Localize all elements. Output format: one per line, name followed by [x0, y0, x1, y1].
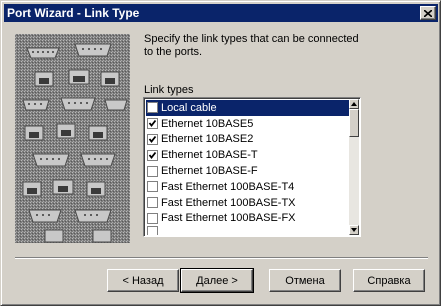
link-types-listbox[interactable]: Local cable Ethernet 10BASE5 Ethernet 10BA…: [143, 97, 361, 237]
link-type-label: Ethernet 10BASE-F: [161, 165, 258, 178]
title-bar[interactable]: Port Wizard - Link Type: [4, 4, 438, 22]
window-title: Port Wizard - Link Type: [7, 6, 140, 20]
arrow-up-icon: [351, 102, 357, 106]
link-type-checkbox[interactable]: [147, 212, 158, 224]
link-type-checkbox[interactable]: [147, 226, 158, 236]
link-type-checkbox[interactable]: [147, 149, 158, 161]
link-type-item[interactable]: Fast Ethernet 100BASE-FX: [146, 211, 351, 227]
wizard-window: Port Wizard - Link Type Specify the link…: [0, 0, 441, 306]
link-type-label: Ethernet 10BASE-T: [161, 149, 258, 162]
instructions-text: Specify the link types that can be conne…: [144, 33, 359, 58]
back-button[interactable]: < Назад: [107, 269, 179, 292]
link-type-item[interactable]: Fast Ethernet 100BASE-TX: [146, 195, 351, 211]
link-type-label: Ethernet 10BASE2: [161, 133, 254, 146]
link-type-label: Ethernet 10BASE5: [161, 117, 254, 130]
link-type-item[interactable]: Fast Ethernet 100BASE-T4: [146, 179, 351, 195]
link-type-checkbox[interactable]: [147, 197, 158, 209]
close-icon: [424, 9, 432, 17]
network-ports-illustration: [15, 34, 130, 243]
link-type-checkbox[interactable]: [147, 133, 158, 145]
checkmark-icon: [148, 120, 157, 128]
button-separator: [15, 257, 428, 259]
link-type-checkbox[interactable]: [147, 165, 158, 177]
checkmark-icon: [148, 135, 157, 143]
link-type-label: Local cable: [161, 101, 217, 114]
link-type-item-partial[interactable]: [146, 226, 351, 236]
scroll-up-button[interactable]: [349, 99, 359, 109]
link-type-checkbox[interactable]: [147, 181, 158, 193]
link-type-label: Fast Ethernet 100BASE-FX: [161, 212, 296, 225]
link-type-item[interactable]: Ethernet 10BASE-F: [146, 163, 351, 179]
next-button[interactable]: Далее >: [180, 268, 254, 293]
scroll-thumb[interactable]: [349, 109, 359, 137]
link-types-label: Link types: [144, 84, 194, 96]
link-type-checkbox[interactable]: [147, 102, 158, 114]
checkmark-icon: [148, 151, 157, 159]
link-type-item[interactable]: Ethernet 10BASE-T: [146, 147, 351, 163]
link-types-list: Local cable Ethernet 10BASE5 Ethernet 10BA…: [146, 100, 351, 236]
wizard-illustration: [15, 34, 130, 243]
close-button[interactable]: [420, 6, 436, 20]
link-type-item[interactable]: Ethernet 10BASE5: [146, 116, 351, 132]
cancel-button[interactable]: Отмена: [269, 269, 341, 292]
vertical-scrollbar[interactable]: [349, 99, 359, 235]
link-type-item[interactable]: Ethernet 10BASE2: [146, 132, 351, 148]
scroll-down-button[interactable]: [349, 225, 359, 235]
arrow-down-icon: [351, 228, 357, 232]
link-type-label: Fast Ethernet 100BASE-T4: [161, 180, 295, 193]
link-type-label: Fast Ethernet 100BASE-TX: [161, 196, 296, 209]
link-type-checkbox[interactable]: [147, 118, 158, 130]
link-type-item[interactable]: Local cable: [146, 100, 351, 116]
help-button[interactable]: Справка: [353, 269, 425, 292]
